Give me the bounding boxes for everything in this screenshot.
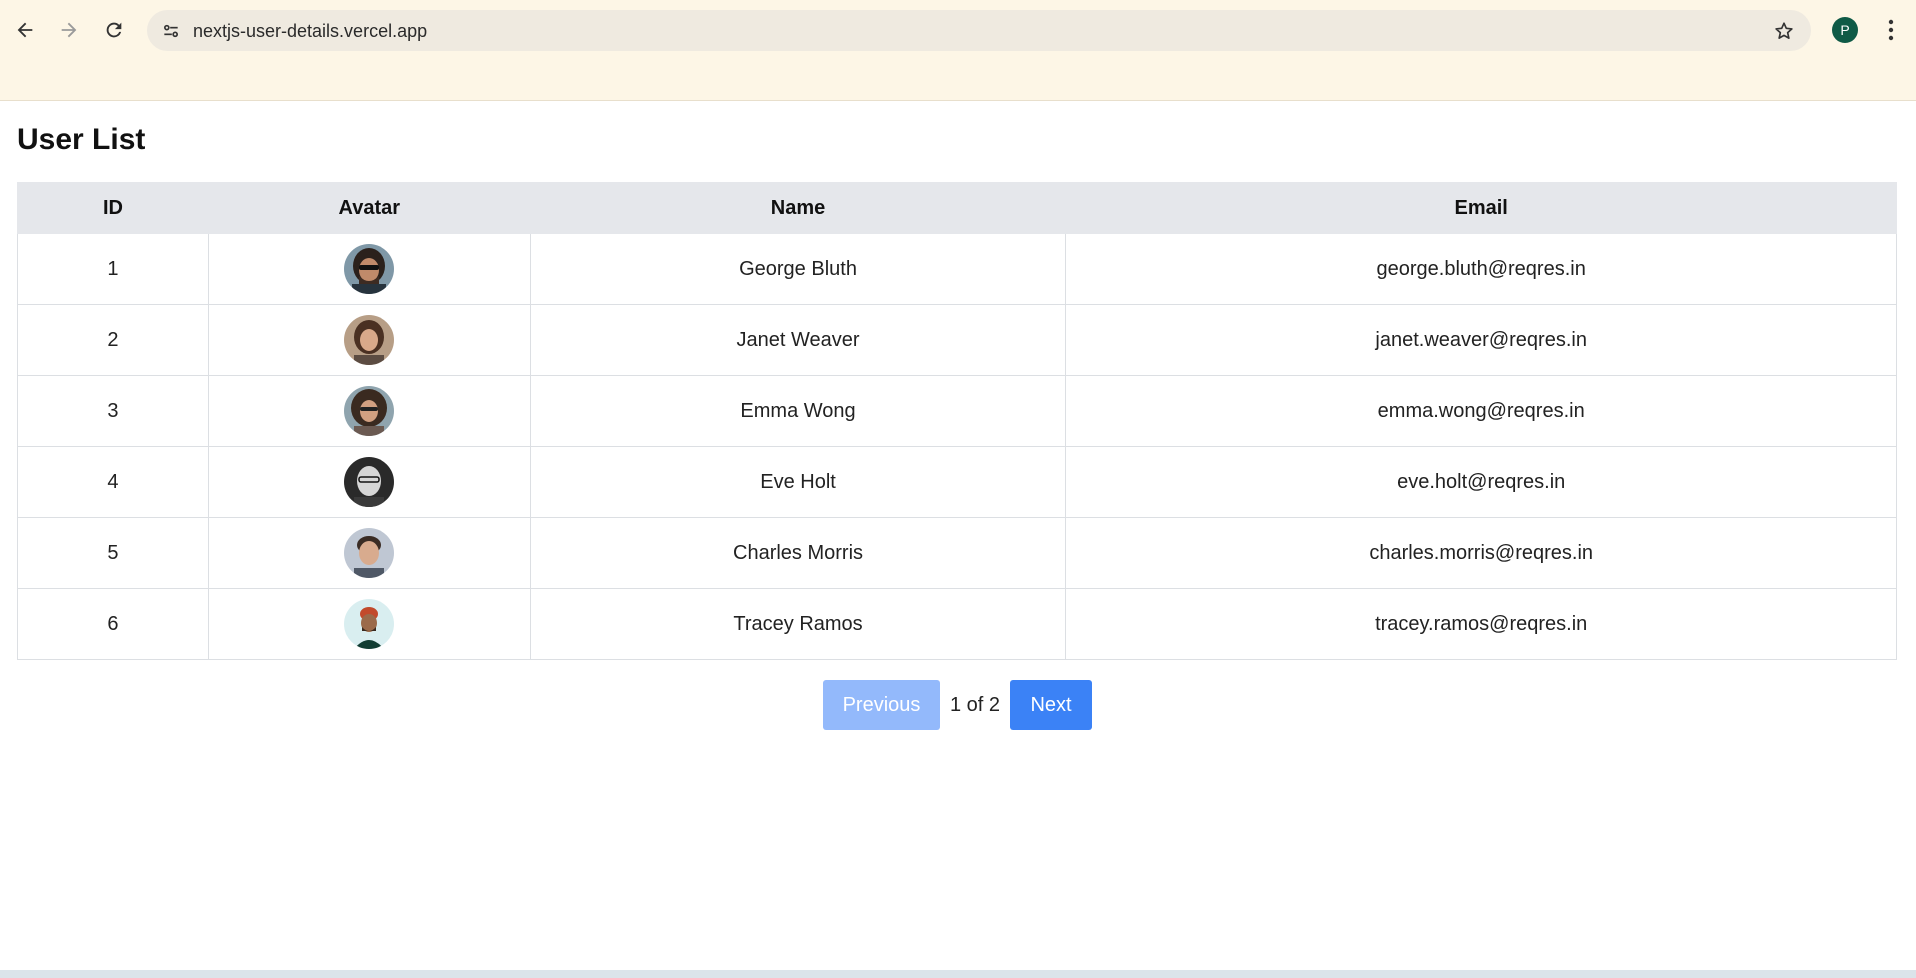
profile-avatar[interactable]: P — [1832, 17, 1858, 43]
arrow-right-icon — [61, 22, 77, 38]
cell-avatar — [207, 233, 531, 305]
table-row[interactable]: 4 Eve Holt eve.holt@reqres.in — [17, 446, 1897, 518]
page-indicator: 1 of 2 — [950, 693, 1001, 716]
reload-button[interactable] — [97, 13, 131, 47]
page-title: User List — [17, 123, 146, 156]
browser-menu-button[interactable] — [1878, 16, 1904, 44]
avatar — [344, 244, 395, 294]
pagination: Previous 1 of 2 Next — [823, 680, 1093, 730]
column-header-email: Email — [1065, 182, 1897, 234]
cell-name: Eve Holt — [529, 446, 1067, 518]
cell-avatar — [207, 304, 531, 376]
arrow-left-icon — [17, 22, 33, 38]
cell-id: 4 — [17, 446, 209, 518]
cell-name: George Bluth — [529, 233, 1067, 305]
cell-id: 1 — [17, 233, 209, 305]
more-vert-icon — [1888, 19, 1894, 41]
cell-email: george.bluth@reqres.in — [1065, 233, 1897, 305]
table-row[interactable]: 2 Janet Weaver janet.weaver@reqres.in — [17, 304, 1897, 376]
forward-button[interactable] — [52, 13, 86, 47]
reload-icon — [106, 22, 122, 38]
cell-id: 5 — [17, 517, 209, 589]
site-info-button[interactable] — [157, 17, 184, 44]
cell-id: 6 — [17, 588, 209, 660]
table-row[interactable]: 5 Charles Morris charles.morris@reqres.i… — [17, 517, 1897, 589]
address-bar[interactable]: nextjs-user-details.vercel.app — [147, 10, 1811, 51]
window-bottom-edge — [0, 970, 1916, 978]
browser-toolbar: nextjs-user-details.vercel.app P — [0, 0, 1916, 101]
profile-initial: P — [1840, 22, 1850, 38]
column-header-id: ID — [17, 182, 209, 234]
table-header-row: ID Avatar Name Email — [17, 182, 1897, 234]
avatar — [344, 599, 395, 649]
avatar — [344, 528, 395, 578]
tune-icon — [163, 24, 178, 37]
cell-email: eve.holt@reqres.in — [1065, 446, 1897, 518]
cell-name: Charles Morris — [529, 517, 1067, 589]
page-content: User List ID Avatar Name Email 1 George … — [0, 102, 1916, 970]
star-icon — [1775, 22, 1793, 39]
url-text[interactable]: nextjs-user-details.vercel.app — [193, 21, 427, 42]
bookmark-button[interactable] — [1771, 18, 1797, 44]
column-header-name: Name — [529, 182, 1067, 234]
cell-avatar — [207, 375, 531, 447]
cell-email: charles.morris@reqres.in — [1065, 517, 1897, 589]
table-row[interactable]: 1 George Bluth george.bluth@reqres.in — [17, 233, 1897, 305]
next-button[interactable]: Next — [1010, 680, 1093, 730]
user-table: ID Avatar Name Email 1 George Bluth geor… — [17, 182, 1897, 660]
cell-email: janet.weaver@reqres.in — [1065, 304, 1897, 376]
cell-name: Janet Weaver — [529, 304, 1067, 376]
cell-email: emma.wong@reqres.in — [1065, 375, 1897, 447]
cell-avatar — [207, 517, 531, 589]
back-button[interactable] — [8, 13, 42, 47]
table-row[interactable]: 6 Tracey Ramos tracey.ramos@reqres.in — [17, 588, 1897, 660]
table-row[interactable]: 3 Emma Wong emma.wong@reqres.in — [17, 375, 1897, 447]
cell-name: Emma Wong — [529, 375, 1067, 447]
column-header-avatar: Avatar — [207, 182, 531, 234]
previous-button[interactable]: Previous — [823, 680, 940, 730]
cell-id: 3 — [17, 375, 209, 447]
avatar — [344, 386, 395, 436]
cell-avatar — [207, 588, 531, 660]
cell-name: Tracey Ramos — [529, 588, 1067, 660]
cell-id: 2 — [17, 304, 209, 376]
avatar — [344, 315, 395, 365]
avatar — [344, 457, 395, 507]
cell-email: tracey.ramos@reqres.in — [1065, 588, 1897, 660]
cell-avatar — [207, 446, 531, 518]
